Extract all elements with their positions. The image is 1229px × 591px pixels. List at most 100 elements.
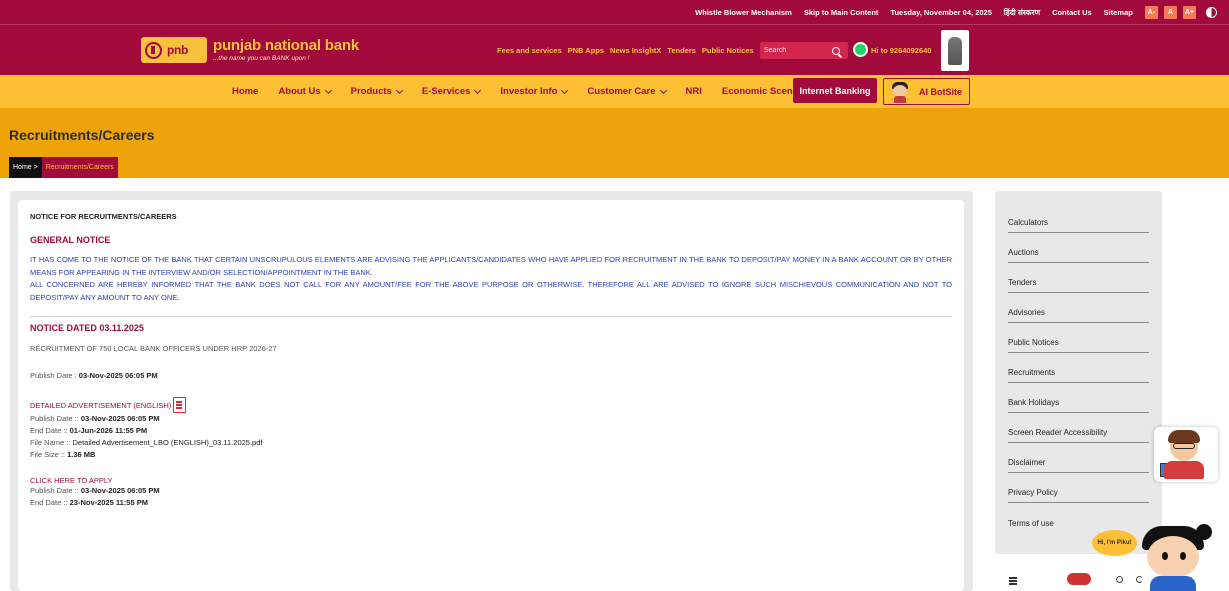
pnb-logo-mark-icon (145, 41, 162, 59)
sidebar-item-tenders[interactable]: Tenders (1008, 263, 1149, 293)
font-increase-button[interactable]: A+ (1182, 6, 1196, 19)
breadcrumb: Home > Recruitments/Careers (9, 157, 118, 178)
top-utility-bar: Whistle Blower Mechanism Skip to Main Co… (0, 0, 1229, 25)
publish-date-value: 03-Nov-2025 06:05 PM (78, 371, 158, 380)
advertisement-link[interactable]: DETAILED ADVERTISEMENT (ENGLISH) (30, 397, 952, 413)
divider (30, 316, 952, 317)
value: 23-Nov-2025 11:55 PM (69, 498, 148, 507)
general-notice-text: IT HAS COME TO THE NOTICE OF THE BANK TH… (30, 254, 952, 304)
sidebar-item-public-notices[interactable]: Public Notices (1008, 323, 1149, 353)
menu-icon[interactable] (1009, 577, 1017, 579)
fees-services-link[interactable]: Fees and services (497, 46, 562, 55)
main-nav: Home About Us Products E-Services Invest… (0, 75, 1229, 108)
bot-body (1164, 461, 1204, 479)
font-normal-button[interactable]: A (1163, 6, 1177, 19)
chatbot-launcher[interactable] (1154, 427, 1218, 482)
publish-date-label: Publish Date : (30, 371, 79, 380)
breadcrumb-home[interactable]: Home > (9, 157, 42, 178)
label: File Name :: (30, 438, 73, 447)
nav-e-services[interactable]: E-Services (421, 86, 482, 97)
sidebar-item-disclaimer[interactable]: Disclaimer (1008, 443, 1149, 473)
chevron-down-icon (561, 86, 569, 94)
sidebar-item-screen-reader[interactable]: Screen Reader Accessibility (1008, 413, 1149, 443)
nav-label: Investor Info (500, 86, 558, 97)
sidebar-item-privacy-policy[interactable]: Privacy Policy (1008, 473, 1149, 503)
bot-glasses (1173, 443, 1195, 449)
mobile-bottom-bar (995, 568, 1165, 591)
tenders-link[interactable]: Tenders (667, 46, 696, 55)
pnb-apps-link[interactable]: PNB Apps (568, 46, 604, 55)
chevron-down-icon (474, 86, 482, 94)
notice-dated-title: NOTICE DATED 03.11.2025 (30, 323, 144, 333)
nav-customer-care[interactable]: Customer Care (587, 86, 667, 97)
utility-links: Whistle Blower Mechanism Skip to Main Co… (695, 0, 1229, 25)
pnb-logo[interactable]: pnb (141, 37, 207, 63)
chevron-down-icon (659, 86, 667, 94)
skip-to-main-link[interactable]: Skip to Main Content (804, 8, 879, 17)
ai-botsite-button[interactable]: AI BotSite (883, 78, 970, 105)
sidebar: Calculators Auctions Tenders Advisories … (995, 191, 1162, 554)
internet-banking-button[interactable]: Internet Banking (793, 78, 877, 103)
news-insightx-link[interactable]: News InsightX (610, 46, 661, 55)
sidebar-item-terms-of-use[interactable]: Terms of use (1008, 503, 1149, 533)
page-title: Recruitments/Careers (9, 127, 155, 143)
contact-us-link[interactable]: Contact Us (1052, 8, 1092, 17)
general-notice-title: GENERAL NOTICE (30, 235, 111, 245)
sidebar-item-advisories[interactable]: Advisories (1008, 293, 1149, 323)
whatsapp-icon[interactable] (853, 42, 868, 57)
value: Detailed Advertisement_LBO (ENGLISH)_03.… (72, 438, 263, 447)
search-icon[interactable] (832, 46, 840, 55)
sidebar-item-calculators[interactable]: Calculators (1008, 203, 1149, 233)
nav-about-us[interactable]: About Us (278, 86, 332, 97)
sidebar-item-bank-holidays[interactable]: Bank Holidays (1008, 383, 1149, 413)
adv-file-name: File Name :: Detailed Advertisement_LBO … (30, 437, 952, 449)
nav-label: E-Services (421, 86, 471, 97)
bank-name: punjab national bank (213, 37, 360, 54)
chevron-down-icon (395, 86, 403, 94)
logo-text: pnb (167, 43, 189, 57)
click-here-to-apply-link[interactable]: CLICK HERE TO APPLY (30, 476, 952, 485)
publish-date: Publish Date : 03-Nov-2025 06:05 PM (30, 370, 952, 382)
label: File Size :: (30, 450, 68, 459)
advertisement-link-label: DETAILED ADVERTISEMENT (ENGLISH) (30, 400, 172, 410)
speech-bubble[interactable]: Hi, I'm Piku! (1092, 530, 1137, 556)
apply-end-date: End Date :: 23-Nov-2025 11:55 PM (30, 497, 952, 509)
sidebar-item-auctions[interactable]: Auctions (1008, 233, 1149, 263)
sidebar-item-recruitments[interactable]: Recruitments (1008, 353, 1149, 383)
adv-publish-date: Publish Date :: 03-Nov-2025 06:05 PM (30, 413, 952, 425)
nav-nri[interactable]: NRI (686, 86, 702, 97)
chevron-down-icon (324, 86, 332, 94)
sitemap-link[interactable]: Sitemap (1104, 8, 1133, 17)
label: Publish Date :: (30, 486, 81, 495)
value: 03-Nov-2025 06:05 PM (80, 486, 160, 495)
font-decrease-button[interactable]: A- (1144, 6, 1158, 19)
mini-logo-icon[interactable] (1067, 573, 1091, 585)
hindi-version-link[interactable]: हिंदी संस्करण (1004, 8, 1040, 18)
search-icon[interactable] (1116, 576, 1123, 583)
label: Publish Date :: (30, 414, 81, 423)
notice-heading: NOTICE FOR RECRUITMENTS/CAREERS (30, 212, 177, 221)
nav-label: NRI (685, 86, 702, 97)
pdf-icon[interactable] (173, 397, 187, 413)
whatsapp-text[interactable]: Hi to 9264092640 (871, 46, 931, 55)
adv-end-date: End Date :: 01-Jun-2026 11:55 PM (30, 425, 952, 437)
value: 03-Nov-2025 06:05 PM (80, 414, 160, 423)
current-date: Tuesday, November 04, 2025 (890, 8, 992, 17)
label: End Date :: (30, 498, 70, 507)
bot-hair (1168, 430, 1200, 443)
contrast-toggle-icon[interactable] (1206, 7, 1217, 18)
whistle-blower-link[interactable]: Whistle Blower Mechanism (695, 8, 792, 17)
nav-products[interactable]: Products (351, 86, 403, 97)
value: 01-Jun-2026 11:55 PM (69, 426, 148, 435)
search-input[interactable] (760, 47, 830, 54)
nav-label: Home (232, 86, 259, 97)
nav-home[interactable]: Home (232, 86, 258, 97)
main-content-area: NOTICE FOR RECRUITMENTS/CAREERS GENERAL … (10, 191, 973, 591)
public-notices-link[interactable]: Public Notices (702, 46, 754, 55)
site-header: pnb punjab national bank ...the name you… (0, 25, 1229, 75)
tagline: ...the name you can BANK upon ! (213, 55, 310, 62)
nav-investor-info[interactable]: Investor Info (500, 86, 569, 97)
logout-icon[interactable] (1136, 576, 1143, 583)
nav-label: About Us (278, 86, 321, 97)
apply-publish-date: Publish Date :: 03-Nov-2025 06:05 PM (30, 485, 952, 497)
